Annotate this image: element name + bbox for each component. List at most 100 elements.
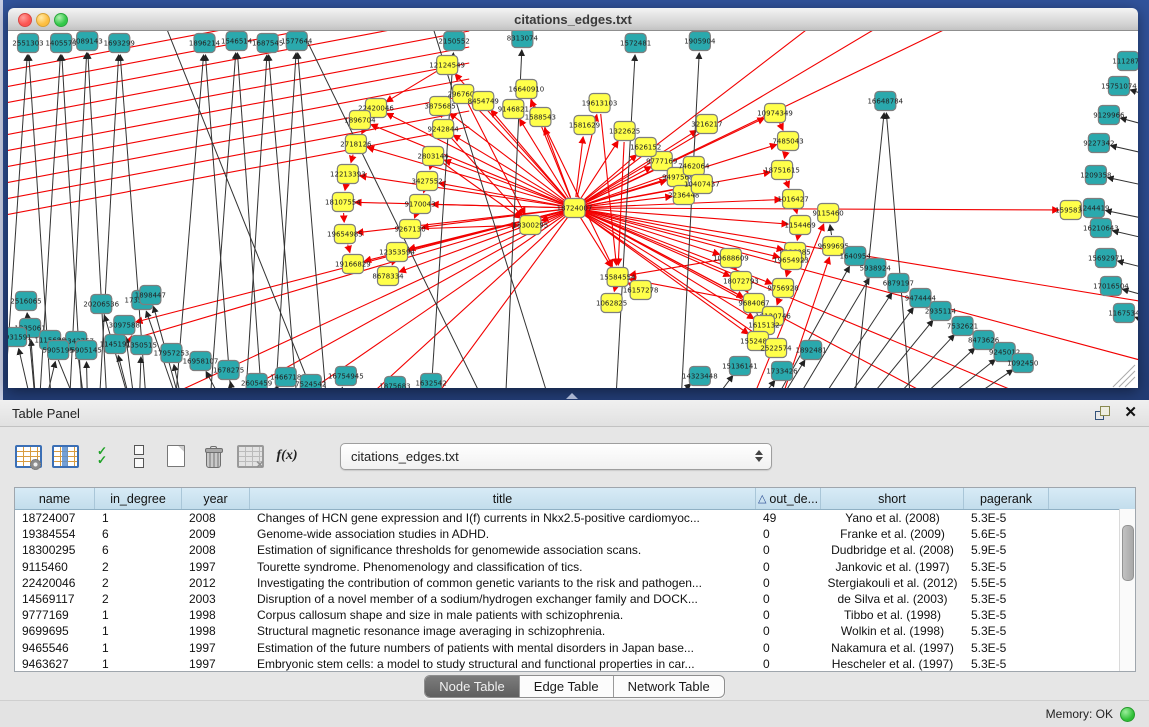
graph-node[interactable]: 10974349 xyxy=(757,104,793,123)
graph-node[interactable]: 12213393 xyxy=(330,165,366,184)
graph-node[interactable]: 9115460 xyxy=(813,204,844,223)
table-row[interactable]: 969969511998Structural magnetic resonanc… xyxy=(15,623,1135,639)
graph-node[interactable]: 1209358 xyxy=(1080,166,1111,185)
close-window-button[interactable] xyxy=(18,13,32,27)
graph-node[interactable]: 5938924 xyxy=(860,259,892,278)
graph-node[interactable]: 7462064 xyxy=(678,157,710,176)
float-panel-icon[interactable] xyxy=(1095,406,1110,420)
graph-node[interactable]: 2803144 xyxy=(418,147,450,166)
graph-node[interactable]: 14323448 xyxy=(682,367,718,386)
graph-node[interactable]: 1588543 xyxy=(525,108,556,127)
zoom-window-button[interactable] xyxy=(54,13,68,27)
column-header-year[interactable]: year xyxy=(182,488,250,509)
graph-node[interactable]: 15136141 xyxy=(722,357,758,376)
graph-node[interactable]: 1905904 xyxy=(684,32,716,51)
graph-node[interactable]: 2605459 xyxy=(241,374,272,389)
graph-node[interactable]: 1062825 xyxy=(596,294,627,313)
graph-node[interactable]: 1572481 xyxy=(620,34,651,53)
table-row[interactable]: 911546021997Tourette syndrome. Phenomeno… xyxy=(15,559,1135,575)
table-selector-dropdown[interactable]: citations_edges.txt xyxy=(340,443,772,470)
graph-node[interactable]: 1167534 xyxy=(1108,304,1138,323)
graph-node[interactable]: 5905195 xyxy=(43,341,74,360)
table-row[interactable]: 977716911998Corpus callosum shape and si… xyxy=(15,607,1135,623)
graph-node[interactable]: 1581629 xyxy=(569,116,600,135)
window-titlebar[interactable]: citations_edges.txt xyxy=(8,8,1138,31)
graph-node[interactable]: 20206536 xyxy=(83,295,119,314)
canvas-resize-grip[interactable] xyxy=(1113,365,1135,387)
column-header-name[interactable]: name xyxy=(15,488,95,509)
graph-node[interactable]: 2935114 xyxy=(925,302,957,321)
graph-node[interactable]: 2516065 xyxy=(10,292,41,311)
graph-node[interactable]: 2551303 xyxy=(12,34,43,53)
tab-edge-table[interactable]: Edge Table xyxy=(519,676,613,697)
graph-node[interactable]: 18300295 xyxy=(513,216,549,235)
minimize-window-button[interactable] xyxy=(36,13,50,27)
table-row[interactable]: 1872400712008Changes of HCN gene express… xyxy=(15,510,1135,526)
graph-node[interactable]: 10688609 xyxy=(713,249,749,268)
graph-node[interactable]: 1350515 xyxy=(126,336,157,355)
memory-ok-indicator[interactable] xyxy=(1120,707,1135,722)
graph-node[interactable]: 1546514 xyxy=(221,32,253,51)
graph-node[interactable]: 12353594 xyxy=(379,243,415,262)
graph-node[interactable]: 8454749 xyxy=(468,92,499,111)
graph-node[interactable]: 2089143 xyxy=(72,32,103,51)
table-row[interactable]: 1830029562008Estimation of significance … xyxy=(15,542,1135,558)
delete-column-button[interactable] xyxy=(199,442,227,470)
graph-node[interactable]: 3216217 xyxy=(691,115,722,134)
graph-node[interactable]: 19613103 xyxy=(582,94,618,113)
column-header-short[interactable]: short xyxy=(821,488,964,509)
graph-node[interactable]: 17016504 xyxy=(1093,277,1129,296)
graph-node[interactable]: 1896214 xyxy=(189,34,221,53)
scrollbar-thumb[interactable] xyxy=(1122,525,1134,581)
graph-node[interactable]: 16648784 xyxy=(867,92,903,111)
graph-node[interactable]: 1154469 xyxy=(784,216,815,235)
graph-node[interactable]: 1016427 xyxy=(777,190,808,209)
graph-node[interactable]: 1322625 xyxy=(609,122,640,141)
network-window[interactable]: citations_edges.txt 18724007224200461896… xyxy=(8,8,1138,388)
graph-node[interactable]: 8313074 xyxy=(507,31,539,48)
graph-node[interactable]: 1678275 xyxy=(213,361,244,380)
graph-node[interactable]: 15751074 xyxy=(1101,77,1137,96)
graph-node[interactable]: 5905145 xyxy=(71,341,102,360)
merge-rows-button[interactable] xyxy=(125,442,153,470)
graph-node[interactable]: 8678334 xyxy=(372,267,404,286)
graph-node[interactable]: 1898447 xyxy=(135,286,166,305)
graph-node[interactable]: 16640910 xyxy=(509,80,545,99)
tab-network-table[interactable]: Network Table xyxy=(613,676,724,697)
graph-node[interactable]: 9170043 xyxy=(404,195,435,214)
graph-node[interactable]: 1632542 xyxy=(416,374,447,389)
table-row[interactable]: 1938455462009Genome-wide association stu… xyxy=(15,526,1135,542)
graph-node[interactable]: 1875683 xyxy=(379,377,410,389)
graph-node[interactable]: 1687545 xyxy=(252,34,283,53)
graph-node[interactable]: 3875685 xyxy=(425,97,456,116)
graph-node[interactable]: 16754945 xyxy=(328,367,364,386)
table-row[interactable]: 2242004622012Investigating the contribut… xyxy=(15,575,1135,591)
column-header-title[interactable]: title xyxy=(250,488,756,509)
graph-node[interactable]: 15692971 xyxy=(1088,249,1124,268)
graph-node[interactable]: 16210643 xyxy=(1083,219,1119,238)
graph-node[interactable]: 9227342 xyxy=(1083,134,1114,153)
graph-node[interactable]: 18751615 xyxy=(764,161,800,180)
graph-node[interactable]: 1626152 xyxy=(630,138,661,157)
graph-node[interactable]: 18107554 xyxy=(325,193,361,212)
table-row[interactable]: 1456911722003Disruption of a novel membe… xyxy=(15,591,1135,607)
graph-node[interactable]: 1577644 xyxy=(281,32,313,51)
graph-node[interactable]: 7485043 xyxy=(772,132,803,151)
table-settings-button[interactable] xyxy=(14,442,42,470)
vertical-scrollbar[interactable] xyxy=(1119,509,1135,671)
column-header-out-de-[interactable]: △out_de... xyxy=(756,488,821,509)
graph-node[interactable]: 2522574 xyxy=(760,339,792,358)
graph-node[interactable]: 6879197 xyxy=(883,274,914,293)
graph-node[interactable]: 1112873 xyxy=(1112,52,1138,71)
splitter-grip[interactable] xyxy=(566,393,578,399)
graph-node[interactable]: 1092450 xyxy=(1007,354,1038,373)
column-header-in-degree[interactable]: in_degree xyxy=(95,488,182,509)
table-row[interactable]: 946554611997Estimation of the future num… xyxy=(15,640,1135,656)
column-header-pagerank[interactable]: pagerank xyxy=(964,488,1049,509)
graph-node[interactable]: 3097588 xyxy=(109,316,140,335)
network-canvas[interactable]: 1872400722420046189670427181261221339318… xyxy=(8,31,1138,388)
graph-node[interactable]: 19166829 xyxy=(335,255,371,274)
graph-node[interactable]: 9267130 xyxy=(394,220,425,239)
graph-node[interactable]: 12124549 xyxy=(429,56,465,75)
show-columns-button[interactable] xyxy=(51,442,79,470)
